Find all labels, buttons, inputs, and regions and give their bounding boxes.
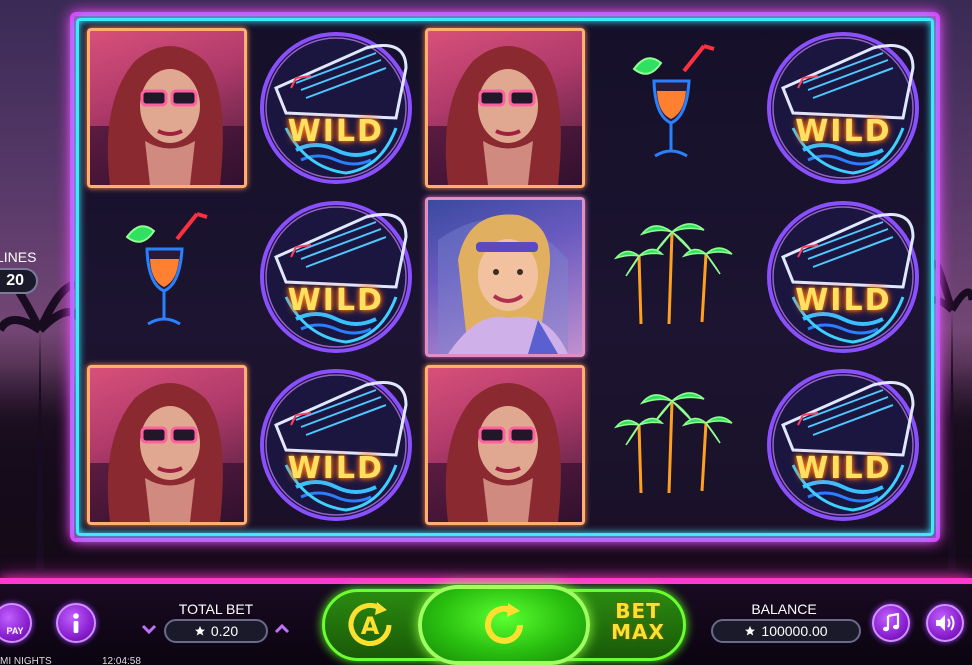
symbol-redhead-girl: [424, 365, 585, 526]
symbol-wild: WILD: [256, 28, 416, 188]
chevron-down-icon: [141, 624, 157, 635]
total-bet-label: TOTAL BET: [178, 601, 254, 617]
reel-grid: WILD WILD WILD WILD WILD WILD: [82, 24, 928, 530]
clock: 12:04:58: [102, 656, 141, 665]
symbol-wild: WILD: [256, 365, 416, 525]
reel-cell: WILD: [251, 24, 420, 193]
symbol-wild: WILD: [256, 197, 416, 357]
music-button[interactable]: [872, 604, 910, 642]
bet-max-button[interactable]: BET MAX: [600, 601, 676, 653]
reel-cell: WILD: [759, 193, 928, 362]
reel-cell: [590, 193, 759, 362]
symbol-cocktail-icon: [619, 41, 729, 176]
balance-value: 100000.00: [711, 619, 861, 643]
balance-amount: 100000.00: [761, 623, 828, 639]
total-bet-amount: 0.20: [210, 623, 239, 639]
reel-cell: WILD: [251, 193, 420, 362]
symbol-wild: WILD: [763, 197, 923, 357]
bet-max-line1: BET: [615, 599, 661, 623]
speaker-icon: [936, 615, 955, 631]
svg-text:A: A: [361, 612, 380, 640]
bet-decrease-button[interactable]: [141, 621, 157, 639]
symbol-redhead-girl: [424, 28, 585, 189]
autoplay-button[interactable]: A: [340, 595, 400, 655]
wild-label: WILD: [795, 282, 892, 318]
reel-cell: [82, 193, 251, 362]
reel-cell: WILD: [251, 361, 420, 530]
reel-cell: [420, 193, 589, 362]
total-bet-value: 0.20: [164, 619, 268, 643]
lines-value[interactable]: 20: [0, 268, 38, 294]
game-name: MI NIGHTS: [0, 656, 52, 665]
wild-label: WILD: [287, 282, 384, 318]
balance-label: BALANCE: [751, 601, 817, 617]
symbol-wild: WILD: [763, 365, 923, 525]
spin-arrow-icon: [485, 603, 523, 644]
chevron-up-icon: [274, 623, 290, 634]
reel-cell: WILD: [759, 24, 928, 193]
symbol-cocktail-icon: [112, 209, 222, 344]
auto-spin-icon: A: [348, 602, 392, 646]
wild-label: WILD: [795, 451, 892, 487]
bet-increase-button[interactable]: [274, 621, 290, 639]
symbol-redhead-girl: [86, 28, 247, 189]
music-note-icon: [883, 613, 900, 632]
reel-cell: [590, 24, 759, 193]
symbol-palm-trees-icon: [613, 214, 734, 339]
bet-max-line2: MAX: [611, 620, 665, 644]
reel-cell: [82, 24, 251, 193]
spin-button[interactable]: [418, 585, 590, 665]
reel-cell: [420, 361, 589, 530]
background-palm-left: [0, 277, 80, 570]
wild-label: WILD: [287, 114, 384, 150]
reel-cell: [82, 361, 251, 530]
star-icon: [745, 626, 756, 636]
star-icon: [194, 626, 205, 636]
wild-label: WILD: [287, 451, 384, 487]
lines-label: LINES: [0, 249, 37, 265]
symbol-wild: WILD: [763, 28, 923, 188]
sound-button[interactable]: [926, 604, 964, 642]
info-icon: [73, 613, 79, 633]
symbol-redhead-girl: [86, 365, 247, 526]
info-button[interactable]: [56, 603, 96, 643]
symbol-blonde-girl: [424, 196, 585, 357]
reel-cell: WILD: [759, 361, 928, 530]
paytable-label: PAY: [6, 626, 24, 636]
wild-label: WILD: [795, 114, 892, 150]
symbol-palm-trees-icon: [613, 383, 734, 508]
reel-cell: [420, 24, 589, 193]
reel-cell: [590, 361, 759, 530]
